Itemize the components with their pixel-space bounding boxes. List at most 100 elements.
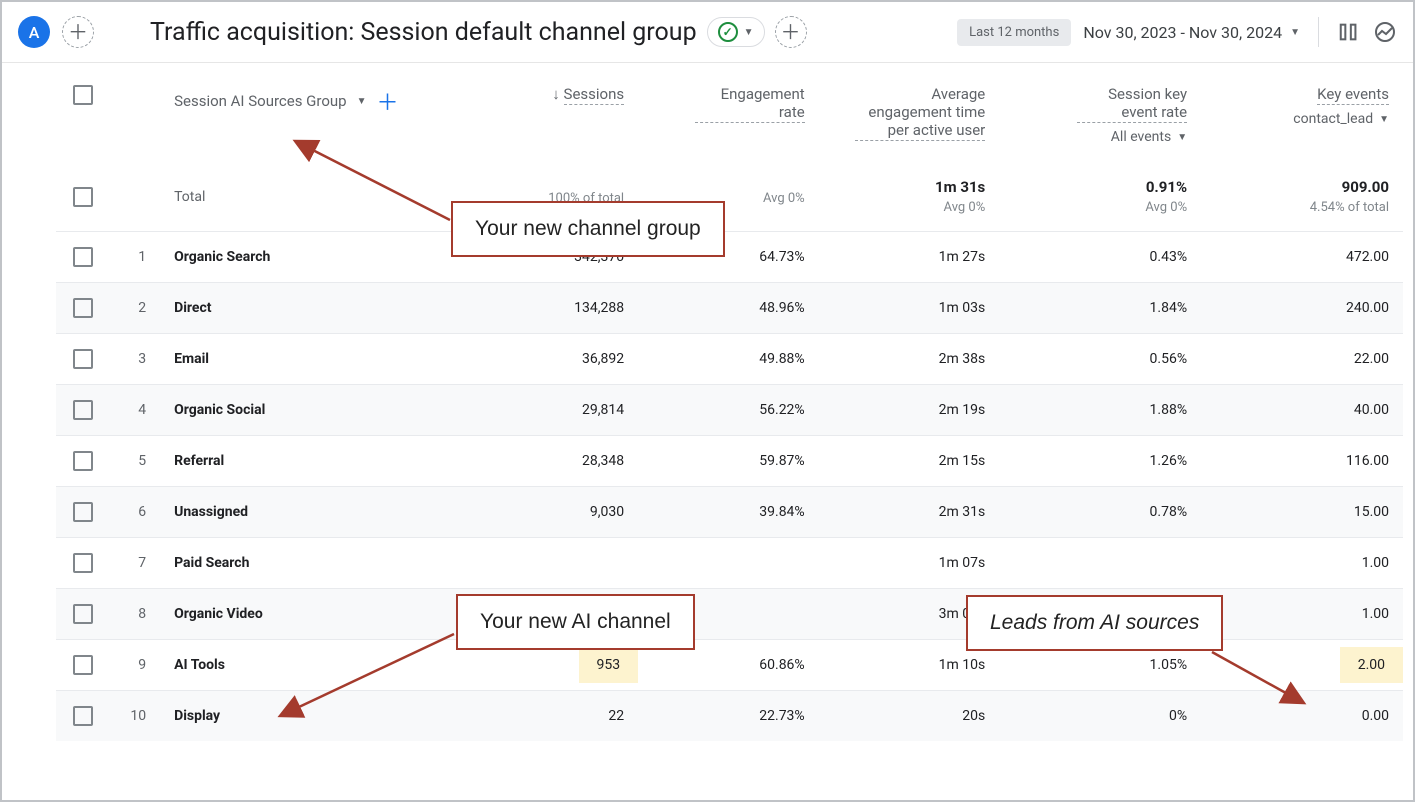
column-header-avg-time[interactable]: Average engagement time per active user [833,85,986,141]
cell-sessions [468,537,638,588]
select-all-checkbox[interactable] [73,85,93,105]
cell-key-rate: 1.84% [999,282,1201,333]
annotation-ai-channel: Your new AI channel [456,594,695,650]
check-icon: ✓ [718,22,738,42]
col-label: Engagement rate [695,85,805,123]
cell-key-events: 472.00 [1201,231,1403,282]
row-index: 10 [109,690,160,741]
cell-engagement: 48.96% [638,282,819,333]
row-checkbox[interactable] [73,706,93,726]
add-report-button[interactable]: ＋ [62,16,94,48]
chevron-down-icon: ▼ [1379,114,1389,125]
channel-name[interactable]: Organic Video [160,588,468,639]
cell-key-events: 1.00 [1201,588,1403,639]
top-bar: A ＋ Traffic acquisition: Session default… [2,2,1413,63]
cell-sessions: 29,814 [468,384,638,435]
cell-avg-time: 2m 31s [819,486,1000,537]
header-row: Session AI Sources Group ▼ ＋ ↓ Sessions … [56,63,1403,163]
cell-key-events: 240.00 [1201,282,1403,333]
table-row: 5 Referral 28,348 59.87% 2m 15s 1.26% 11… [56,435,1403,486]
channel-name[interactable]: Unassigned [160,486,468,537]
cell-key-rate: 0.43% [999,231,1201,282]
chevron-down-icon: ▼ [1177,132,1187,143]
dimension-header-dropdown[interactable]: Session AI Sources Group ▼ ＋ [174,85,454,117]
compare-icon[interactable] [1337,20,1361,44]
insights-icon[interactable] [1373,20,1397,44]
row-index: 4 [109,384,160,435]
dimension-header-label: Session AI Sources Group [174,92,346,110]
row-checkbox[interactable] [73,451,93,471]
cell-key-rate [999,537,1201,588]
chip-label: contact_lead [1293,111,1373,127]
cell-avg-time: 1m 07s [819,537,1000,588]
cell-key-events: 22.00 [1201,333,1403,384]
table-row: 1 Organic Search 342,370 64.73% 1m 27s 0… [56,231,1403,282]
row-index: 7 [109,537,160,588]
chip-label: All events [1111,129,1171,145]
date-preset-chip[interactable]: Last 12 months [957,19,1071,46]
cell-avg-time: 2m 19s [819,384,1000,435]
cell-key-events: 0.00 [1201,690,1403,741]
row-index: 2 [109,282,160,333]
table-row: 7 Paid Search 1m 07s 1.00 [56,537,1403,588]
cell-key-events: 40.00 [1201,384,1403,435]
cell-sessions: 9,030 [468,486,638,537]
column-header-sessions[interactable]: ↓ Sessions [482,85,624,103]
channel-name[interactable]: Email [160,333,468,384]
channel-name[interactable]: Organic Social [160,384,468,435]
channel-name[interactable]: Referral [160,435,468,486]
column-header-key-events[interactable]: Key events contact_lead ▼ [1215,85,1389,127]
cell-avg-time: 2m 15s [819,435,1000,486]
table-row: 10 Display 22 22.73% 20s 0% 0.00 [56,690,1403,741]
channel-name[interactable]: Display [160,690,468,741]
table-row: 4 Organic Social 29,814 56.22% 2m 19s 1.… [56,384,1403,435]
cell-engagement: 39.84% [638,486,819,537]
row-index: 8 [109,588,160,639]
add-dimension-icon[interactable]: ＋ [376,85,398,117]
row-index: 3 [109,333,160,384]
channel-name[interactable]: AI Tools [160,639,468,690]
date-range-text: Nov 30, 2023 - Nov 30, 2024 [1083,23,1282,42]
row-index: 6 [109,486,160,537]
cell-key-events: 2.00 [1201,639,1403,690]
annotation-channel-group: Your new channel group [451,201,725,257]
add-comparison-button[interactable]: ＋ [775,16,807,48]
cell-engagement: 49.88% [638,333,819,384]
cell-key-events: 15.00 [1201,486,1403,537]
channel-name[interactable]: Paid Search [160,537,468,588]
cell-avg-time: 1m 27s [819,231,1000,282]
row-checkbox[interactable] [73,349,93,369]
divider [1318,17,1319,47]
row-checkbox[interactable] [73,298,93,318]
channel-name[interactable]: Organic Search [160,231,468,282]
cell-engagement: 59.87% [638,435,819,486]
cell-engagement: 22.73% [638,690,819,741]
row-checkbox[interactable] [73,247,93,267]
row-checkbox[interactable] [73,187,93,207]
cell-engagement [638,537,819,588]
row-checkbox[interactable] [73,502,93,522]
cell-avg-time: 2m 38s [819,333,1000,384]
row-checkbox[interactable] [73,553,93,573]
avatar[interactable]: A [18,16,50,48]
table-row: 3 Email 36,892 49.88% 2m 38s 0.56% 22.00 [56,333,1403,384]
row-checkbox[interactable] [73,604,93,624]
cell-key-rate: 1.88% [999,384,1201,435]
row-checkbox[interactable] [73,655,93,675]
channel-name[interactable]: Direct [160,282,468,333]
cell-key-rate: 1.26% [999,435,1201,486]
key-events-filter-chip[interactable]: contact_lead ▼ [1293,111,1389,127]
date-range-picker[interactable]: Nov 30, 2023 - Nov 30, 2024 ▼ [1083,23,1300,42]
cell-sessions: 134,288 [468,282,638,333]
column-header-key-rate[interactable]: Session key event rate All events ▼ [1013,85,1187,145]
cell-key-events: 1.00 [1201,537,1403,588]
key-rate-filter-chip[interactable]: All events ▼ [1111,129,1187,145]
row-checkbox[interactable] [73,400,93,420]
cell-key-rate: 0.78% [999,486,1201,537]
row-index: 9 [109,639,160,690]
column-header-engagement[interactable]: Engagement rate [652,85,805,123]
status-dropdown[interactable]: ✓ ▼ [707,17,765,47]
cell-key-events: 116.00 [1201,435,1403,486]
chevron-down-icon: ▼ [744,27,754,38]
cell-key-rate: 0% [999,690,1201,741]
